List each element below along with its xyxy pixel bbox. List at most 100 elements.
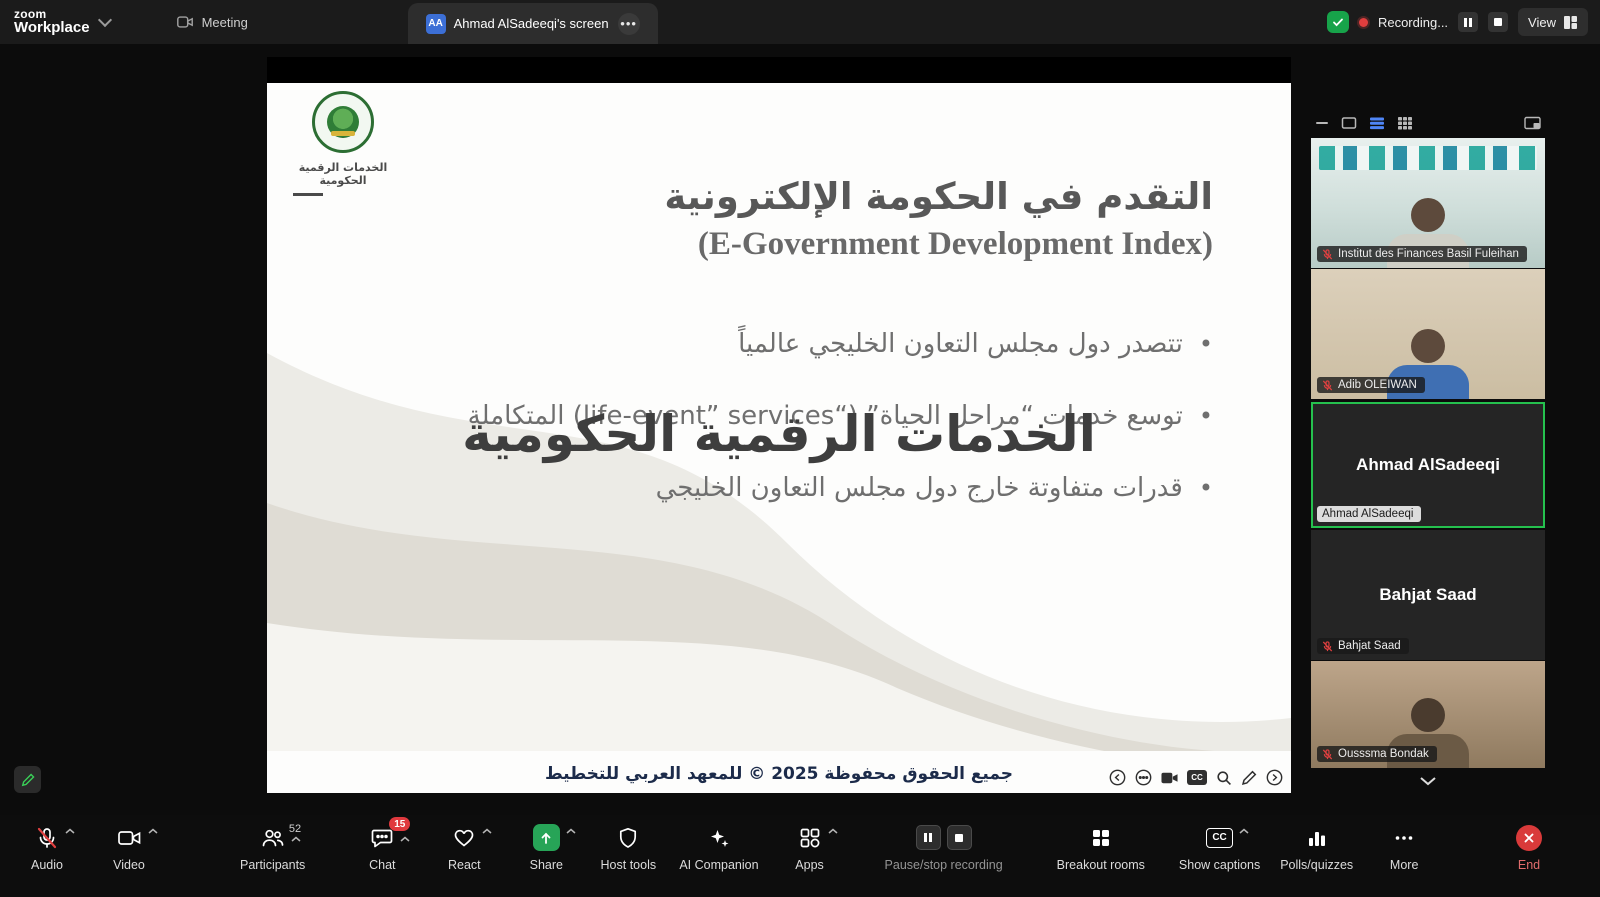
mic-muted-icon xyxy=(1322,249,1333,260)
tab-options-icon[interactable]: ••• xyxy=(618,13,640,35)
chevron-up-icon[interactable] xyxy=(566,828,576,834)
audio-button[interactable]: Audio xyxy=(16,824,78,872)
sparkle-icon xyxy=(707,826,731,850)
chevron-down-icon xyxy=(1419,776,1437,786)
ai-companion-button[interactable]: AI Companion xyxy=(679,824,758,872)
participants-button[interactable]: 52 Participants xyxy=(240,824,305,872)
chevron-down-icon[interactable] xyxy=(98,13,112,27)
recording-label: Recording... xyxy=(1378,15,1448,30)
host-tools-button[interactable]: Host tools xyxy=(597,824,659,872)
end-call-icon xyxy=(1516,825,1542,851)
microphone-muted-icon xyxy=(35,826,59,850)
participant-display-name: Ahmad AlSadeeqi xyxy=(1313,455,1543,475)
participant-name-pill: Bahjat Saad xyxy=(1317,638,1409,654)
camera-icon[interactable] xyxy=(1161,771,1178,785)
chat-button[interactable]: 15 Chat xyxy=(351,824,413,872)
mic-muted-icon xyxy=(1322,380,1333,391)
zoom-workplace-logo[interactable]: zoom Workplace xyxy=(0,8,124,36)
previous-slide-icon[interactable] xyxy=(1109,769,1126,786)
popout-panel-icon[interactable] xyxy=(1524,116,1541,130)
bullet-text: قدرات متفاوتة خارج دول مجلس التعاون الخل… xyxy=(656,473,1183,504)
participant-name-pill: Ousssma Bondak xyxy=(1317,746,1437,762)
chevron-up-icon[interactable] xyxy=(828,828,838,834)
participant-name: Bahjat Saad xyxy=(1338,640,1401,652)
logo-underline xyxy=(293,193,323,196)
mic-muted-icon xyxy=(1322,749,1333,760)
chevron-up-icon[interactable] xyxy=(1239,828,1249,834)
more-button[interactable]: More xyxy=(1373,824,1435,872)
end-meeting-button[interactable]: End xyxy=(1498,824,1560,872)
brand-workplace: Workplace xyxy=(14,20,90,36)
scroll-more-participants[interactable] xyxy=(1311,768,1545,786)
next-slide-icon[interactable] xyxy=(1266,769,1283,786)
participant-tile-active-speaker[interactable]: Ahmad AlSadeeqi Ahmad AlSadeeqi xyxy=(1311,402,1545,528)
sidebar-view-icon[interactable] xyxy=(1369,116,1385,130)
more-options-icon[interactable] xyxy=(1135,769,1152,786)
chevron-up-icon[interactable] xyxy=(400,836,410,842)
share-button[interactable]: Share xyxy=(515,824,577,872)
pause-recording-icon[interactable] xyxy=(1458,12,1478,32)
slide-title-arabic: التقدم في الحكومة الإلكترونية xyxy=(664,175,1213,218)
recording-dot-icon xyxy=(1359,18,1368,27)
react-button[interactable]: React xyxy=(433,824,495,872)
participant-tile[interactable]: Adib OLEIWAN xyxy=(1311,269,1545,399)
participant-name-pill: Ahmad AlSadeeqi xyxy=(1317,506,1421,522)
bullet-item: • قدرات متفاوتة خارج دول مجلس التعاون ال… xyxy=(433,473,1213,504)
chevron-up-icon[interactable] xyxy=(482,828,492,834)
magnifier-icon[interactable] xyxy=(1216,770,1232,786)
polls-quizzes-button[interactable]: Polls/quizzes xyxy=(1280,824,1353,872)
annotation-tool-button[interactable] xyxy=(14,766,41,793)
gallery-view-controls xyxy=(1311,110,1545,136)
captions-icon[interactable]: CC xyxy=(1187,770,1207,785)
participant-tile[interactable]: Ousssma Bondak xyxy=(1311,661,1545,768)
stop-recording-icon[interactable] xyxy=(947,825,972,850)
bullet-text: تتصدر دول مجلس التعاون الخليجي عالمياً xyxy=(738,329,1183,360)
top-bar: zoom Workplace Meeting AA Ahmad AlSadeeq… xyxy=(0,0,1600,44)
shared-screen-region: الخدمات الرقمية الحكومية التقدم في الحكو… xyxy=(267,57,1291,793)
participants-count: 52 xyxy=(289,823,301,835)
apps-button[interactable]: Apps xyxy=(779,824,841,872)
participants-icon xyxy=(260,826,285,850)
gallery-view-icon[interactable] xyxy=(1397,116,1413,130)
video-button[interactable]: Video xyxy=(98,824,160,872)
chevron-up-icon[interactable] xyxy=(291,836,301,842)
ellipsis-icon xyxy=(1392,826,1416,850)
participant-name: Institut des Finances Basil Fuleihan xyxy=(1338,248,1519,260)
minimize-icon[interactable] xyxy=(1315,116,1329,130)
arab-planning-institute-logo: الخدمات الرقمية الحكومية xyxy=(283,91,403,196)
show-captions-button[interactable]: CC Show captions xyxy=(1179,824,1260,872)
participant-name: Adib OLEIWAN xyxy=(1338,379,1417,391)
security-shield-icon[interactable] xyxy=(1327,11,1349,33)
shield-icon xyxy=(616,826,640,850)
tab-strip: Meeting AA Ahmad AlSadeeqi's screen ••• xyxy=(158,0,658,44)
brand-text: zoom Workplace xyxy=(14,8,90,36)
stop-recording-icon[interactable] xyxy=(1488,12,1508,32)
pause-stop-recording-button[interactable]: Pause/stop recording xyxy=(885,824,1003,872)
mic-muted-icon xyxy=(1322,641,1333,652)
participant-tile[interactable]: Bahjat Saad Bahjat Saad xyxy=(1311,530,1545,660)
slide-viewer-controls: CC xyxy=(1109,769,1283,786)
share-screen-icon xyxy=(533,824,560,851)
participant-name-pill: Adib OLEIWAN xyxy=(1317,377,1425,393)
participant-name: Ahmad AlSadeeqi xyxy=(1322,508,1413,520)
breakout-rooms-button[interactable]: Breakout rooms xyxy=(1057,824,1145,872)
annotate-pencil-icon[interactable] xyxy=(1241,770,1257,786)
heart-icon xyxy=(452,826,476,850)
bar-chart-icon xyxy=(1305,826,1329,850)
breakout-rooms-icon xyxy=(1089,826,1113,850)
slide-title: التقدم في الحكومة الإلكترونية (E-Governm… xyxy=(664,175,1213,263)
view-button[interactable]: View xyxy=(1518,8,1588,36)
participants-panel: Institut des Finances Basil Fuleihan Adi… xyxy=(1311,110,1545,786)
participant-name-pill: Institut des Finances Basil Fuleihan xyxy=(1317,246,1527,262)
logo-caption: الخدمات الرقمية الحكومية xyxy=(283,161,403,187)
tab-shared-screen[interactable]: AA Ahmad AlSadeeqi's screen ••• xyxy=(408,3,658,44)
bullet-dot: • xyxy=(1199,330,1213,359)
chevron-up-icon[interactable] xyxy=(65,828,75,834)
participant-display-name: Bahjat Saad xyxy=(1311,585,1545,605)
tab-meeting[interactable]: Meeting xyxy=(158,0,408,44)
pause-recording-icon[interactable] xyxy=(916,825,941,850)
participant-tile[interactable]: Institut des Finances Basil Fuleihan xyxy=(1311,138,1545,268)
meeting-toolbar: Audio Video 52 Participants 15 Chat Reac… xyxy=(0,815,1600,897)
speaker-view-icon[interactable] xyxy=(1341,116,1357,130)
chevron-up-icon[interactable] xyxy=(148,828,158,834)
